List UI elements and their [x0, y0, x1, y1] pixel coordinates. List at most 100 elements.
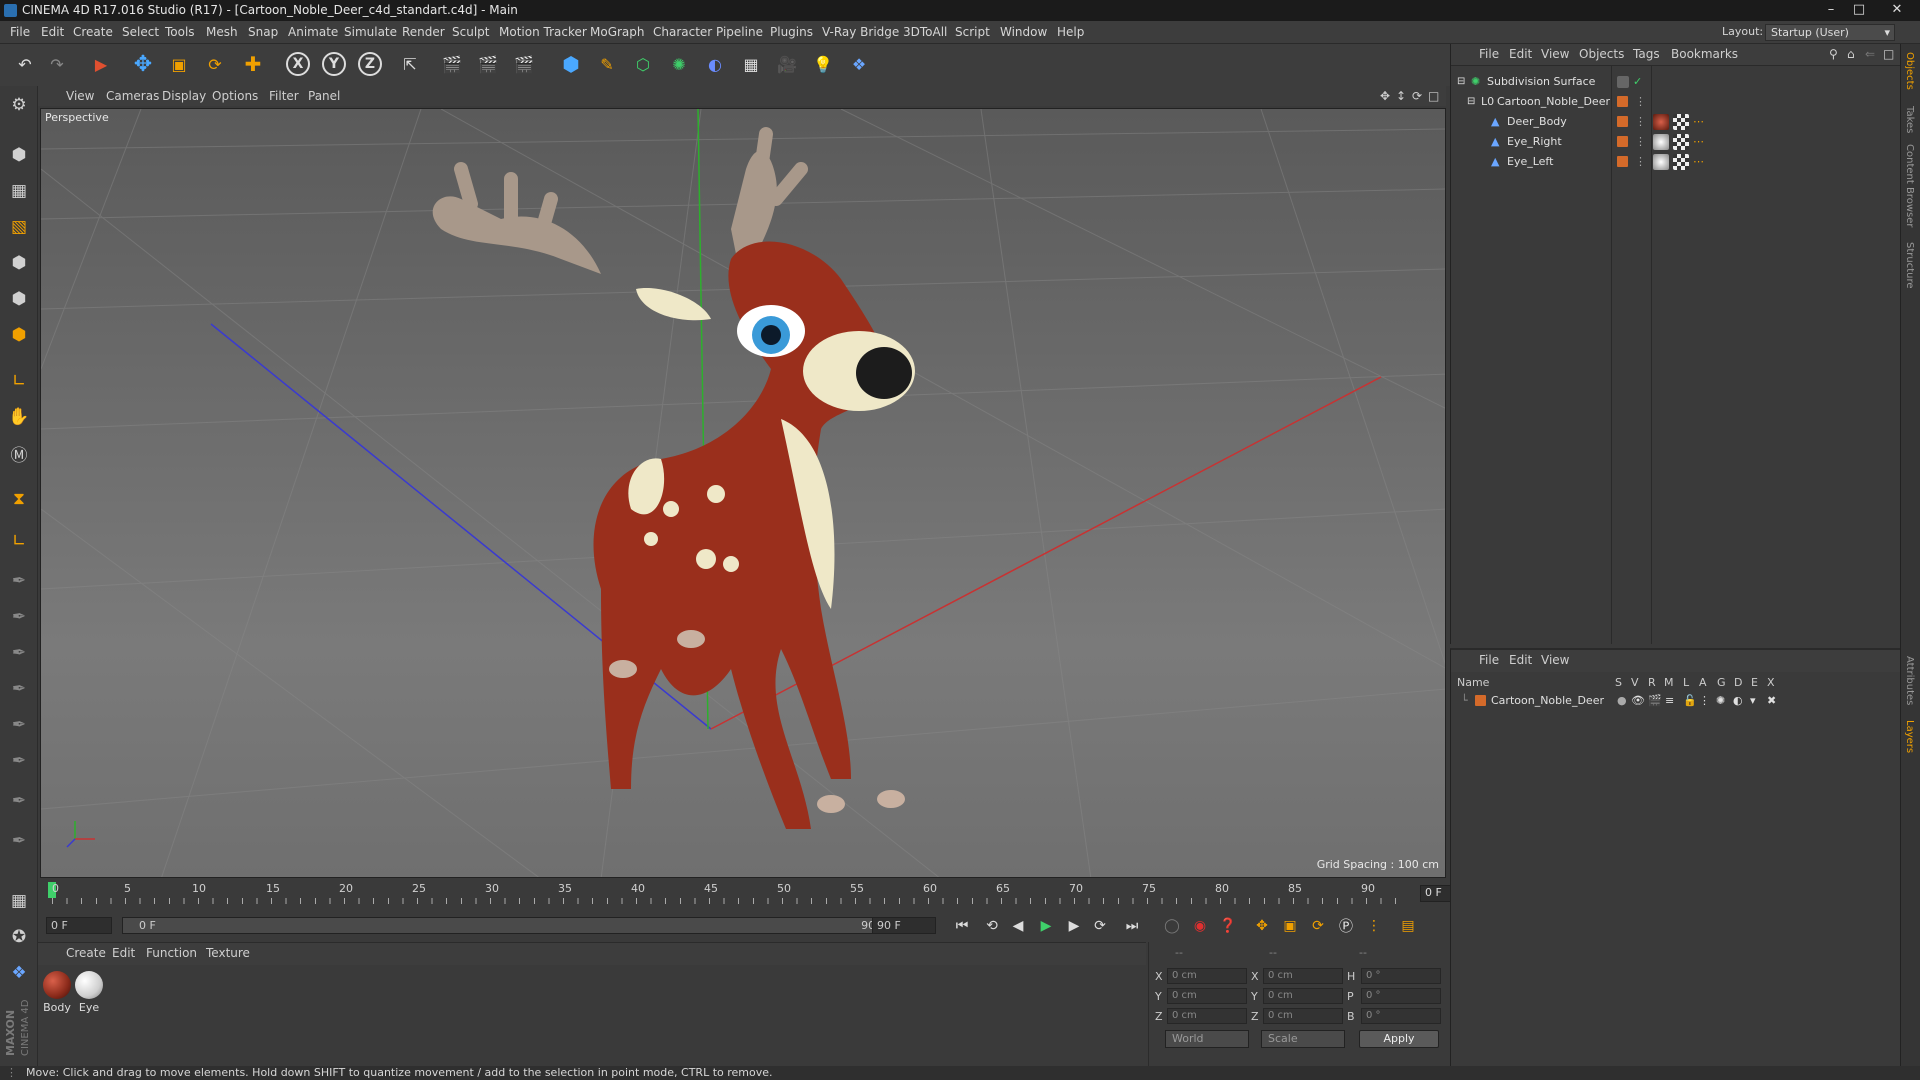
obj-menu-tags[interactable]: Tags	[1633, 47, 1660, 61]
material-menu-function[interactable]: Function	[146, 946, 197, 960]
column-solo[interactable]: S	[1615, 676, 1622, 689]
viewport-perspective[interactable]: Perspective Grid Spacing : 100 cm	[40, 108, 1446, 878]
uvw-tag-icon[interactable]	[1673, 154, 1689, 170]
material-tag-icon[interactable]	[1653, 154, 1669, 170]
manager-toggle-icon[interactable]: ≡	[1665, 692, 1674, 710]
render-settings-icon[interactable]: 🎬	[509, 49, 539, 79]
menu-mograph[interactable]: MoGraph	[590, 25, 645, 39]
sculpt-brush-3-icon[interactable]: ✒	[4, 638, 34, 668]
column-animation[interactable]: A	[1699, 676, 1707, 689]
column-xref[interactable]: X	[1767, 676, 1775, 689]
coord-pos-x-field[interactable]: 0 cm	[1167, 968, 1247, 984]
phong-tag-icon[interactable]: ⋯	[1693, 132, 1704, 152]
frame-range-slider[interactable]: 0 F 90 F	[122, 917, 902, 934]
material-body[interactable]: Body	[42, 971, 72, 1014]
layer-menu-edit[interactable]: Edit	[1509, 653, 1532, 667]
menu-3dtoall[interactable]: 3DToAll	[903, 25, 947, 39]
object-row-deer-body[interactable]: ▲ Deer_Body ⋮ ⋯	[1451, 112, 1901, 132]
column-view[interactable]: V	[1631, 676, 1639, 689]
visibility-dots-icon[interactable]: ⋮	[1635, 112, 1646, 132]
maximize-button[interactable]: □	[1846, 1, 1872, 19]
column-locked[interactable]: L	[1683, 676, 1689, 689]
camera-icon[interactable]: 🎥	[772, 49, 802, 79]
key-rotation-icon[interactable]: ⟳	[1306, 914, 1330, 938]
layer-dot[interactable]	[1617, 116, 1628, 127]
key-parameter-icon[interactable]: Ⓟ	[1334, 914, 1358, 938]
coord-size-z-field[interactable]: 0 cm	[1263, 1008, 1343, 1024]
key-point-level-icon[interactable]: ⋮	[1362, 914, 1386, 938]
menu-simulate[interactable]: Simulate	[344, 25, 397, 39]
workplane-icon[interactable]: ∟	[4, 526, 34, 556]
layer-menu-view[interactable]: View	[1541, 653, 1569, 667]
visibility-dots-icon[interactable]: ⋮	[1635, 132, 1646, 152]
view-toggle-icon[interactable]: 👁	[1631, 692, 1645, 710]
render-view-icon[interactable]: 🎬	[437, 49, 467, 79]
checkmark-icon[interactable]: ✓	[1633, 72, 1642, 92]
sculpt-brush-8-icon[interactable]: ✒	[4, 826, 34, 856]
texture-mode-icon[interactable]: ▦	[4, 176, 34, 206]
column-expressions[interactable]: E	[1751, 676, 1758, 689]
object-row-eye-right[interactable]: ▲ Eye_Right ⋮ ⋯	[1451, 132, 1901, 152]
search-icon[interactable]: ⚲	[1829, 47, 1838, 61]
collapse-icon[interactable]: ⊟	[1467, 92, 1475, 112]
menu-vray-bridge[interactable]: V-Ray Bridge	[822, 25, 899, 39]
key-position-icon[interactable]: ✥	[1250, 914, 1274, 938]
timeline-window-icon[interactable]: ▤	[1396, 914, 1420, 938]
object-row-subdivision-surface[interactable]: ⊟ ✺ Subdivision Surface ✓	[1451, 72, 1901, 92]
layer-swatch[interactable]	[1617, 76, 1629, 88]
tab-objects[interactable]: Objects	[1904, 52, 1915, 90]
column-render[interactable]: R	[1648, 676, 1656, 689]
mograph-cloner-icon[interactable]: ✺	[664, 49, 694, 79]
obj-menu-bookmarks[interactable]: Bookmarks	[1671, 47, 1738, 61]
coord-rot-p-field[interactable]: 0 °	[1361, 988, 1441, 1004]
end-frame-field[interactable]: 90 F	[872, 917, 936, 934]
points-mode-icon[interactable]: ⬢	[4, 248, 34, 278]
solo-toggle-icon[interactable]: ●	[1617, 692, 1627, 710]
play-icon[interactable]: ▶	[1034, 914, 1058, 938]
uvw-tag-icon[interactable]	[1673, 114, 1689, 130]
menu-file[interactable]: File	[10, 25, 30, 39]
workplane-mode-icon[interactable]: ▧	[4, 212, 34, 242]
key-scale-icon[interactable]: ▣	[1278, 914, 1302, 938]
material-tag-icon[interactable]	[1653, 134, 1669, 150]
menu-select[interactable]: Select	[122, 25, 159, 39]
menu-edit[interactable]: Edit	[41, 25, 64, 39]
menu-tools[interactable]: Tools	[165, 25, 195, 39]
menu-window[interactable]: Window	[1000, 25, 1047, 39]
tab-takes[interactable]: Takes	[1904, 106, 1915, 133]
xref-toggle-icon[interactable]: ✖	[1767, 692, 1776, 710]
uvw-tag-icon[interactable]	[1673, 134, 1689, 150]
subdivision-surface-icon[interactable]: ⬡	[628, 49, 658, 79]
live-selection-icon[interactable]: ▶	[86, 49, 116, 79]
scale-tool-icon[interactable]: ▣	[164, 49, 194, 79]
make-editable-icon[interactable]: ⚙	[4, 90, 34, 120]
viewport-rotate-icon[interactable]: ⟳	[1412, 89, 1422, 103]
coord-pos-z-field[interactable]: 0 cm	[1167, 1008, 1247, 1024]
sculpt-brush-6-icon[interactable]: ✒	[4, 746, 34, 776]
layer-color-swatch[interactable]	[1475, 695, 1486, 706]
menu-render[interactable]: Render	[402, 25, 445, 39]
tweak-mode-icon[interactable]: ✋	[4, 402, 34, 432]
floor-object-icon[interactable]: ▦	[736, 49, 766, 79]
model-mode-icon[interactable]: ⬢	[4, 140, 34, 170]
obj-menu-edit[interactable]: Edit	[1509, 47, 1532, 61]
material-menu-create[interactable]: Create	[66, 946, 106, 960]
collapse-icon[interactable]: ⊟	[1457, 72, 1465, 92]
visibility-dots-icon[interactable]: ⋮	[1635, 92, 1646, 112]
obj-menu-objects[interactable]: Objects	[1579, 47, 1624, 61]
render-toggle-icon[interactable]: 🎬	[1648, 692, 1662, 710]
axis-mode-icon[interactable]: ∟	[4, 366, 34, 396]
viewport-move-icon[interactable]: ✥	[1380, 89, 1390, 103]
next-frame-icon[interactable]: ▶	[1062, 914, 1086, 938]
edges-mode-icon[interactable]: ⬢	[4, 284, 34, 314]
layout-dropdown[interactable]: Startup (User) ▾	[1765, 24, 1895, 41]
undo-icon[interactable]: ↶	[10, 49, 40, 79]
sculpt-brush-1-icon[interactable]: ✒	[4, 566, 34, 596]
deformer-toggle-icon[interactable]: ◐	[1733, 692, 1743, 710]
spline-pen-icon[interactable]: ✎	[592, 49, 622, 79]
phong-tag-icon[interactable]: ⋯	[1693, 112, 1704, 132]
coord-pos-y-field[interactable]: 0 cm	[1167, 988, 1247, 1004]
viewport-menu-view[interactable]: View	[66, 89, 94, 103]
polygons-mode-icon[interactable]: ⬢	[4, 320, 34, 350]
viewport-menu-options[interactable]: Options	[212, 89, 258, 103]
